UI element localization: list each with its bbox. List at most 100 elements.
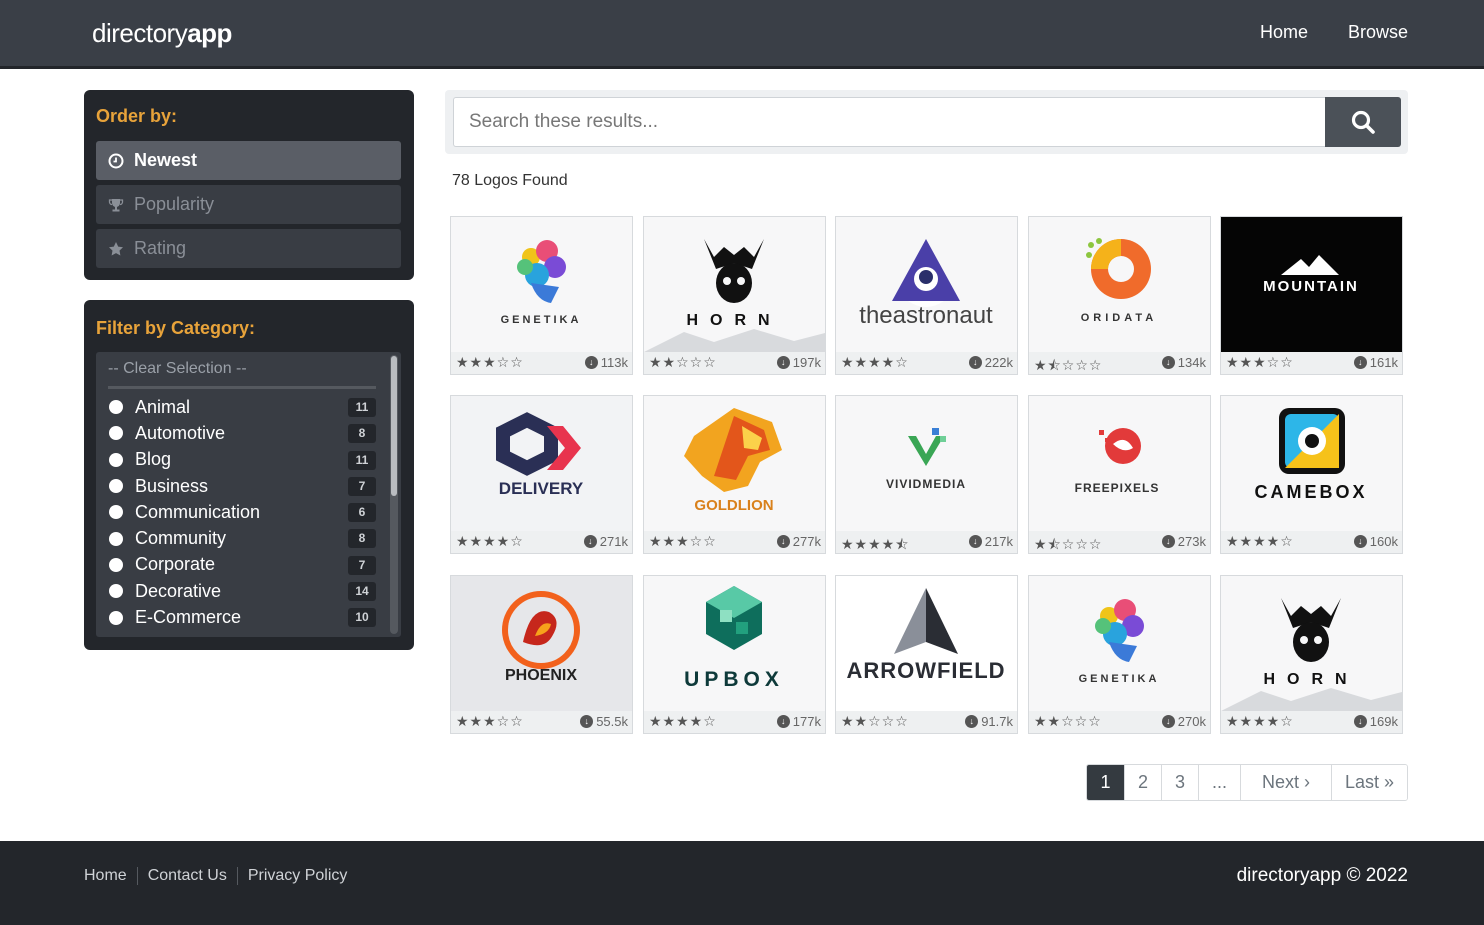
search-input[interactable] (453, 97, 1326, 147)
logo-thumbnail[interactable]: VIVIDMEDIA (836, 396, 1017, 531)
logo-thumbnail[interactable]: CAMEBOX (1221, 396, 1402, 531)
category-count-badge: 6 (348, 503, 376, 523)
category-radio[interactable] (109, 505, 123, 520)
footer-home-link[interactable]: Home (84, 867, 137, 885)
footer-privacy-link[interactable]: Privacy Policy (236, 867, 358, 885)
logo-card[interactable]: GOLDLION ★★★☆☆ ↓ 277k (643, 395, 826, 554)
category-item[interactable]: Communication 6 (96, 499, 386, 525)
page-3-button[interactable]: 3 (1162, 765, 1199, 800)
category-count-badge: 11 (348, 398, 376, 417)
logo-card[interactable]: HORN ★★☆☆☆ ↓ 197k (643, 216, 826, 375)
download-icon: ↓ (1161, 535, 1175, 548)
download-icon: ↓ (1353, 715, 1367, 728)
category-item[interactable]: Animal 11 (96, 394, 386, 420)
last-page-button[interactable]: Last » (1332, 765, 1407, 800)
category-radio[interactable] (109, 452, 123, 467)
category-list-box[interactable]: -- Clear Selection -- Animal 11 Automotive… (96, 352, 401, 637)
category-radio[interactable] (109, 610, 123, 625)
category-item[interactable]: Automotive 8 (96, 420, 386, 446)
logo-thumbnail[interactable]: theastronaut (836, 217, 1017, 352)
category-item[interactable]: E-Commerce 10 (96, 604, 386, 630)
page-2-button[interactable]: 2 (1125, 765, 1162, 800)
logo-card[interactable]: theastronaut ★★★★☆ ↓ 222k (835, 216, 1018, 375)
trophy-icon (108, 197, 124, 213)
svg-text:VIVIDMEDIA: VIVIDMEDIA (886, 477, 966, 491)
logo-card[interactable]: GENETIKA ★★★☆☆ ↓ 113k (450, 216, 633, 375)
pagination: 1 2 3... Next › Last » (1086, 764, 1408, 801)
logo-thumbnail[interactable]: FREEPIXELS (1029, 396, 1210, 531)
download-count: ↓ 277k (776, 534, 821, 549)
category-radio[interactable] (109, 400, 123, 415)
download-icon: ↓ (776, 356, 790, 369)
category-item[interactable]: Corporate 7 (96, 552, 386, 578)
category-label: Communication (135, 501, 261, 522)
logo-thumbnail[interactable]: DELIVERY (451, 396, 632, 531)
category-radio[interactable] (109, 426, 123, 441)
logo-card[interactable]: DELIVERY ★★★★☆ ↓ 271k (450, 395, 633, 554)
rating-stars: ★★★☆☆ (456, 355, 524, 371)
category-scrollbar[interactable] (390, 355, 398, 634)
search-button[interactable] (1325, 97, 1401, 147)
category-list: Animal 11 Automotive 8 Blog 11 Business 7 Commun… (96, 394, 386, 631)
rating-stars: ★★★☆☆ (456, 714, 524, 730)
logo-card[interactable]: ORIDATA ★⯪☆☆☆ ↓ 134k (1028, 216, 1211, 375)
logo-card[interactable]: GENETIKA ★★☆☆☆ ↓ 270k (1028, 575, 1211, 734)
logo-card[interactable]: PHOENIX ★★★☆☆ ↓ 55.5k (450, 575, 633, 734)
category-item[interactable]: Community 8 (96, 525, 386, 551)
logo-thumbnail[interactable]: GENETIKA (1029, 576, 1210, 711)
logo-thumbnail[interactable]: ARROWFIELD (836, 576, 1017, 711)
logo-thumbnail[interactable]: GENETIKA (451, 217, 632, 352)
category-label: E-Commerce (135, 607, 242, 628)
logo-thumbnail[interactable]: UPBOX (644, 576, 825, 711)
svg-text:HORN: HORN (1263, 671, 1358, 688)
brand-logo[interactable]: directoryapp (92, 18, 232, 49)
logo-thumbnail[interactable]: ORIDATA (1029, 217, 1210, 352)
category-item[interactable]: Blog 11 (96, 447, 386, 473)
category-scrollbar-thumb[interactable] (391, 356, 397, 496)
page-1-button[interactable]: 1 (1087, 765, 1125, 800)
logo-card-footer: ★★★☆☆ ↓ 113k (451, 352, 632, 374)
category-count-badge: 11 (348, 450, 376, 470)
svg-text:ORIDATA: ORIDATA (1081, 312, 1157, 324)
category-item[interactable]: Business 7 (96, 473, 386, 499)
logo-card-footer: ★★★☆☆ ↓ 161k (1221, 352, 1402, 374)
logo-card-footer: ★★★★☆ ↓ 160k (1221, 531, 1402, 553)
rating-stars: ★★★☆☆ (649, 534, 717, 550)
logo-thumbnail[interactable]: HORN (644, 217, 825, 352)
order-newest-button[interactable]: Newest (96, 141, 401, 180)
category-radio[interactable] (109, 584, 123, 599)
star-icon (108, 241, 124, 257)
svg-text:PHOENIX: PHOENIX (505, 667, 577, 684)
category-radio[interactable] (109, 479, 123, 494)
logo-card[interactable]: ARROWFIELD ★★☆☆☆ ↓ 91.7k (835, 575, 1018, 734)
logo-card[interactable]: MOUNTAIN ★★★☆☆ ↓ 161k (1220, 216, 1403, 375)
logo-card-footer: ★★★★⯪ ↓ 217k (836, 531, 1017, 553)
category-item[interactable]: Decorative 14 (96, 578, 386, 604)
rating-stars: ★★★★☆ (841, 355, 909, 371)
logo-card[interactable]: CAMEBOX ★★★★☆ ↓ 160k (1220, 395, 1403, 554)
category-radio[interactable] (109, 531, 123, 546)
footer-contact-link[interactable]: Contact Us (136, 867, 237, 885)
next-page-button[interactable]: Next › (1241, 765, 1332, 800)
category-radio[interactable] (109, 557, 123, 572)
logo-card-footer: ★★★★☆ ↓ 169k (1221, 711, 1402, 733)
logo-thumbnail[interactable]: MOUNTAIN (1221, 217, 1402, 352)
clear-selection-option[interactable]: -- Clear Selection -- (108, 360, 247, 378)
order-rating-button[interactable]: Rating (96, 229, 401, 268)
logo-thumbnail[interactable]: HORN (1221, 576, 1402, 711)
logo-card[interactable]: FREEPIXELS ★⯪☆☆☆ ↓ 273k (1028, 395, 1211, 554)
rating-stars: ★⯪☆☆☆ (1034, 358, 1103, 374)
rating-stars: ★★☆☆☆ (841, 714, 909, 730)
nav-home-link[interactable]: Home (1260, 22, 1308, 43)
logo-thumbnail[interactable]: PHOENIX (451, 576, 632, 711)
nav-browse-link[interactable]: Browse (1348, 22, 1408, 43)
logo-card[interactable]: VIVIDMEDIA ★★★★⯪ ↓ 217k (835, 395, 1018, 554)
category-label: Animal (135, 396, 191, 417)
download-count: ↓ 160k (1353, 534, 1398, 549)
order-popularity-button[interactable]: Popularity (96, 185, 401, 224)
logo-card[interactable]: HORN ★★★★☆ ↓ 169k (1220, 575, 1403, 734)
category-divider (108, 386, 376, 389)
search-icon (1351, 110, 1375, 134)
logo-card[interactable]: UPBOX ★★★★☆ ↓ 177k (643, 575, 826, 734)
logo-thumbnail[interactable]: GOLDLION (644, 396, 825, 531)
